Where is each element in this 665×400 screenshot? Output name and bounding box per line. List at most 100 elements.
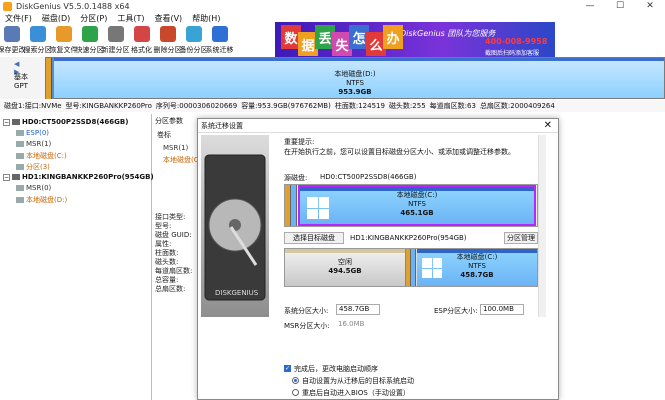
disk-status-item: 序列号:0000306020669 (155, 102, 238, 110)
maximize-icon[interactable]: ☐ (605, 0, 635, 12)
target-free-space[interactable]: 空闲 494.5GB (285, 249, 406, 286)
toolbar-button[interactable]: 备份分区 (180, 24, 208, 56)
disk-status-line: 磁盘1:接口:NVMe 型号:KINGBANKKP260Pro 序列号:000030… (0, 100, 665, 112)
tree-node-label: ESP(0) (26, 129, 50, 137)
tree-node-label: HD0:CT500P2SSD8(466GB) (22, 118, 129, 126)
tree-partition-node[interactable]: ESP(0) (16, 129, 49, 137)
partition-icon (16, 130, 24, 136)
delete-partition-icon (159, 26, 176, 42)
bios-boot-label: 重启后自动进入BIOS（手动设置） (302, 389, 410, 397)
msr-size-label: MSR分区大小: (284, 322, 330, 330)
auto-boot-radio[interactable] (292, 377, 299, 384)
disk-icon (12, 174, 20, 180)
collapse-icon[interactable]: − (3, 173, 10, 181)
svg-text:DISKGENIUS: DISKGENIUS (215, 289, 259, 297)
disk-info: 基本 GPT (14, 73, 28, 91)
app-icon (3, 1, 12, 11)
bios-boot-radio[interactable] (292, 389, 299, 396)
toolbar-button-label: 恢复文件 (49, 46, 78, 54)
ad-tile: 办 (383, 25, 403, 49)
menu-item[interactable]: 分区(P) (75, 13, 112, 24)
tree-disk-node[interactable]: − HD0:CT500P2SSD8(466GB) (3, 118, 128, 126)
toolbar-button[interactable]: 删除分区 (153, 24, 182, 56)
tree-partition-node[interactable]: 分区(3) (16, 162, 50, 172)
toolbar-button[interactable]: 快速分区 (76, 24, 104, 56)
toolbar-button-label: 保存更改 (0, 46, 26, 54)
toolbar-button-label: 格式化 (131, 46, 152, 54)
menu-item[interactable]: 帮助(H) (187, 13, 225, 24)
windows-logo-icon (422, 258, 442, 278)
menu-item[interactable]: 查看(V) (149, 13, 187, 24)
esp-size-input[interactable]: 100.0MB (480, 304, 524, 315)
volume-label-header: 卷标 (157, 131, 171, 139)
menu-item[interactable]: 工具(T) (112, 13, 149, 24)
source-partition-bar: 本地磁盘(C:) NTFS 465.1GB (284, 184, 538, 227)
title-bar: DiskGenius V5.5.0.1488 x64 — ☐ ✕ (0, 0, 665, 12)
toolbar-button[interactable]: 搜索分区 (23, 24, 52, 56)
toolbar-button-label: 删除分区 (153, 46, 182, 54)
recover-file-icon (55, 26, 72, 42)
sys-size-input[interactable]: 458.7GB (336, 304, 380, 315)
partition-row[interactable]: MSR(1) (163, 144, 188, 152)
menu-item[interactable]: 文件(F) (0, 13, 37, 24)
src-msr-stripe (291, 185, 297, 226)
source-partition-c[interactable]: 本地磁盘(C:) NTFS 465.1GB (298, 185, 536, 226)
source-disk-label: 源磁盘: (284, 174, 308, 182)
disk-status-item: 总扇区数:2000409264 (479, 102, 555, 110)
dialog-scrollbar[interactable] (538, 135, 546, 317)
toolbar: 保存更改 搜索分区 恢复文件 快速分区 新建分区 格式化 删除分区 备份分区 系统迁移 (0, 24, 280, 56)
tab-partition-params[interactable]: 分区参数 (155, 116, 183, 126)
window-controls: — ☐ ✕ (575, 0, 665, 12)
tree-partition-node[interactable]: MSR(0) (16, 184, 51, 192)
disk-type: GPT (14, 82, 28, 90)
target-partition-bar: 空闲 494.5GB 本地磁盘(C:) NTFS 458.7GB (284, 248, 538, 287)
toolbar-button[interactable]: 保存更改 (0, 24, 26, 56)
format-icon (133, 26, 150, 42)
collapse-icon[interactable]: − (3, 118, 10, 126)
tree-node-label: 分区(3) (26, 163, 50, 171)
tree-partition-node[interactable]: 本地磁盘(D:) (16, 195, 67, 205)
disk-label: 基本 (14, 73, 28, 81)
tree-node-label: HD1:KINGBANKKP260Pro(954GB) (22, 173, 154, 181)
partition-name: 本地磁盘(D:) (334, 70, 376, 78)
dialog-close-icon[interactable]: ✕ (544, 120, 552, 131)
tree-partition-node[interactable]: MSR(1) (16, 140, 51, 148)
toolbar-button-label: 搜索分区 (23, 46, 52, 54)
partition-icon (16, 185, 24, 191)
partition-bar-d[interactable]: 本地磁盘(D:) NTFS 953.9GB (45, 57, 665, 99)
menu-item[interactable]: 磁盘(D) (37, 13, 75, 24)
new-partition-icon (107, 26, 124, 42)
auto-boot-label: 自动设置为从迁移后的目标系统启动 (302, 377, 414, 385)
dialog-title: 系统迁移设置 (198, 119, 558, 133)
target-disk-name: HD1:KINGBANKKP260Pro(954GB) (350, 234, 467, 242)
esp-size-label: ESP分区大小: (434, 307, 478, 315)
quick-partition-icon (81, 26, 98, 42)
toolbar-button[interactable]: 恢复文件 (49, 24, 78, 56)
source-disk-name: HD0:CT500P2SSD8(466GB) (320, 173, 417, 181)
free-bar (285, 249, 405, 253)
toolbar-button[interactable]: 格式化 (130, 24, 153, 56)
free-label: 空闲 (338, 258, 352, 266)
system-migrate-icon (211, 26, 228, 42)
partition-top-line (54, 58, 664, 61)
search-partition-icon (29, 26, 46, 42)
dst-msr-stripe (411, 249, 416, 286)
disk-status-item: 磁头数:255 (388, 102, 426, 110)
close-icon[interactable]: ✕ (635, 0, 665, 12)
change-boot-order-checkbox[interactable]: ✓ (284, 365, 291, 372)
partition-fs: NTFS (346, 79, 364, 87)
ad-slogan: DiskGenius 团队为您服务 (400, 29, 496, 38)
src-part-name: 本地磁盘(C:) (396, 191, 438, 199)
tree-partition-node[interactable]: 本地磁盘(C:) (16, 151, 67, 161)
toolbar-button[interactable]: 系统迁移 (205, 24, 234, 56)
ad-banner[interactable]: DiskGenius 团队为您服务 400-008-9958 截图后扫码添加客服… (275, 22, 555, 58)
toolbar-button[interactable]: 新建分区 (102, 24, 130, 56)
tree-disk-node[interactable]: − HD1:KINGBANKKP260Pro(954GB) (3, 173, 154, 181)
change-boot-order-label: 完成后，更改电脑启动顺序 (294, 365, 378, 373)
minimize-icon[interactable]: — (575, 0, 605, 12)
toolbar-button-label: 系统迁移 (205, 46, 234, 54)
tree-node-label: MSR(1) (26, 140, 52, 148)
partition-manage-button[interactable]: 分区管理 (504, 232, 538, 244)
disk-status-item: 每道扇区数:63 (429, 102, 476, 110)
select-target-disk-button[interactable]: 选择目标磁盘 (284, 232, 344, 244)
